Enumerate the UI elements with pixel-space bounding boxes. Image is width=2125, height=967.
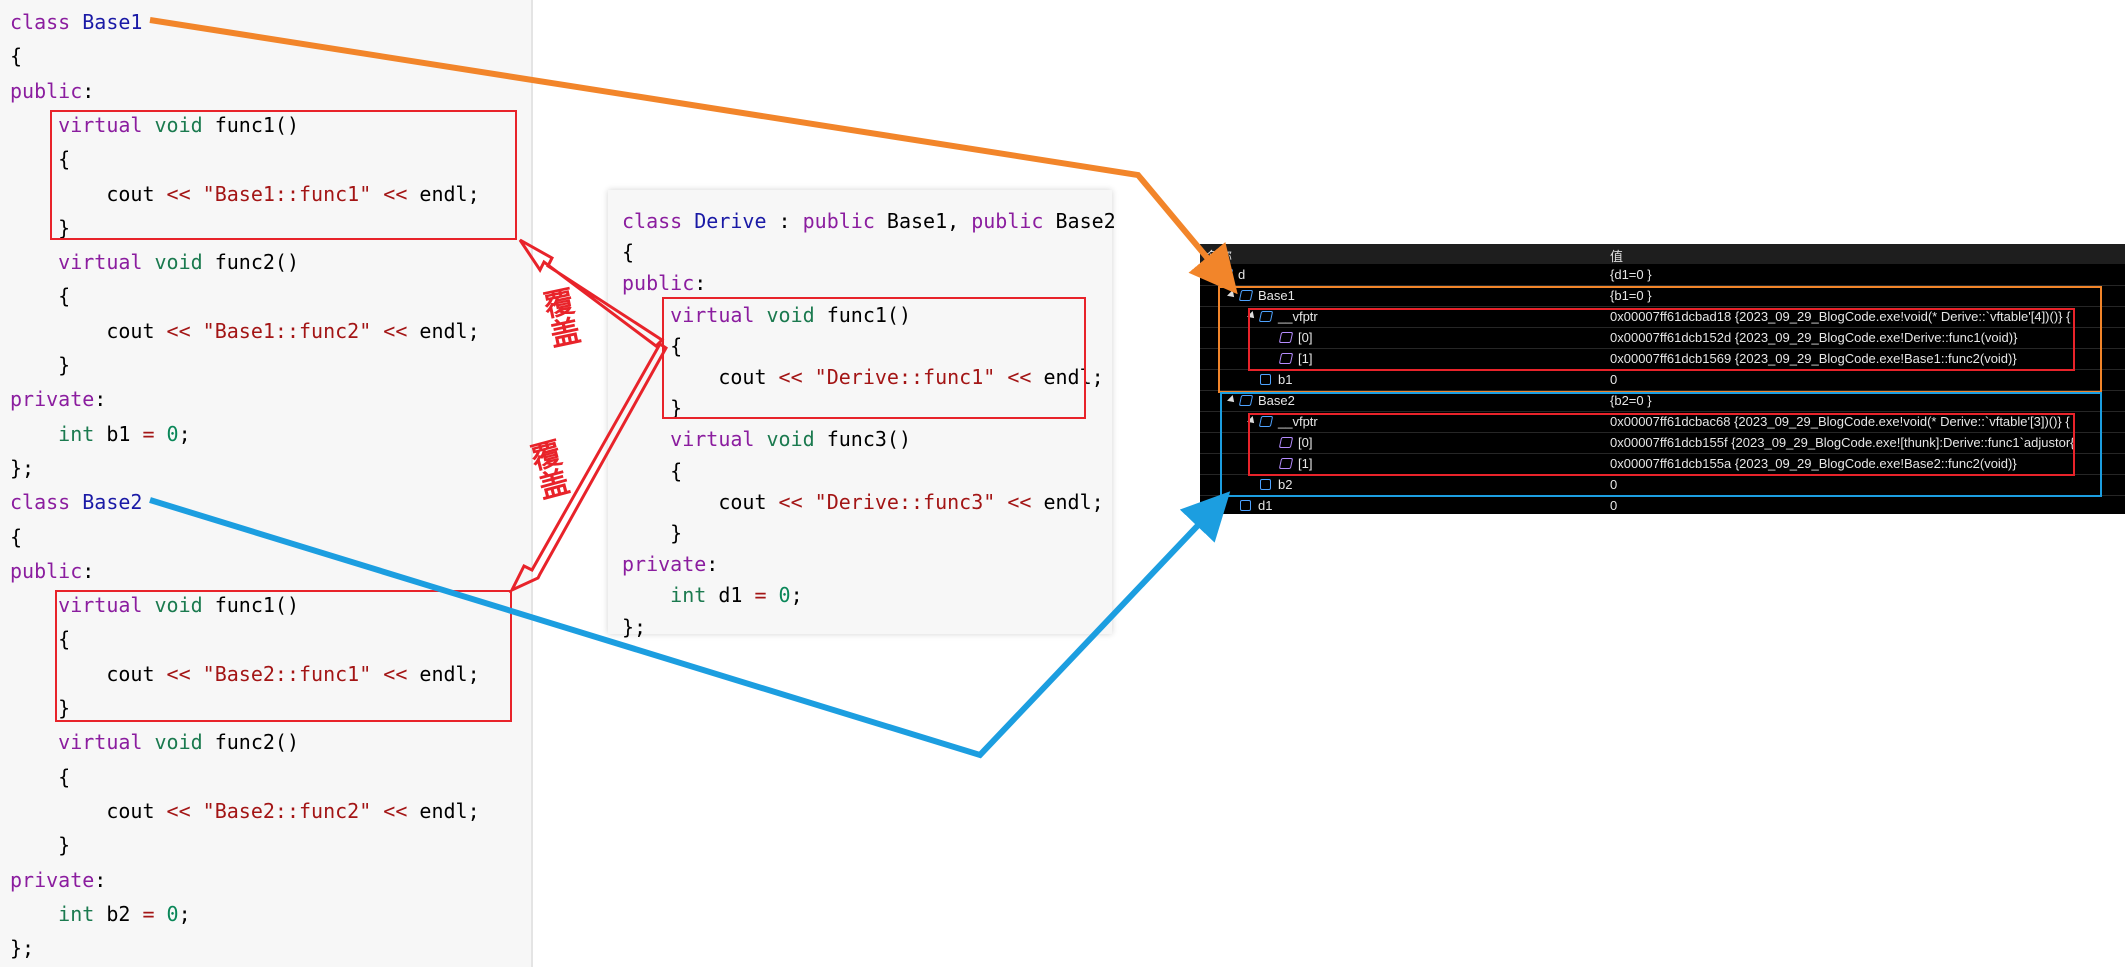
override-arrow-top: [518, 238, 665, 348]
blue-arrow-base2: [149, 491, 1231, 759]
annotation-arrows: [149, 17, 1238, 759]
override-arrow-bottom: [508, 341, 668, 594]
orange-arrow-base1: [149, 17, 1238, 295]
